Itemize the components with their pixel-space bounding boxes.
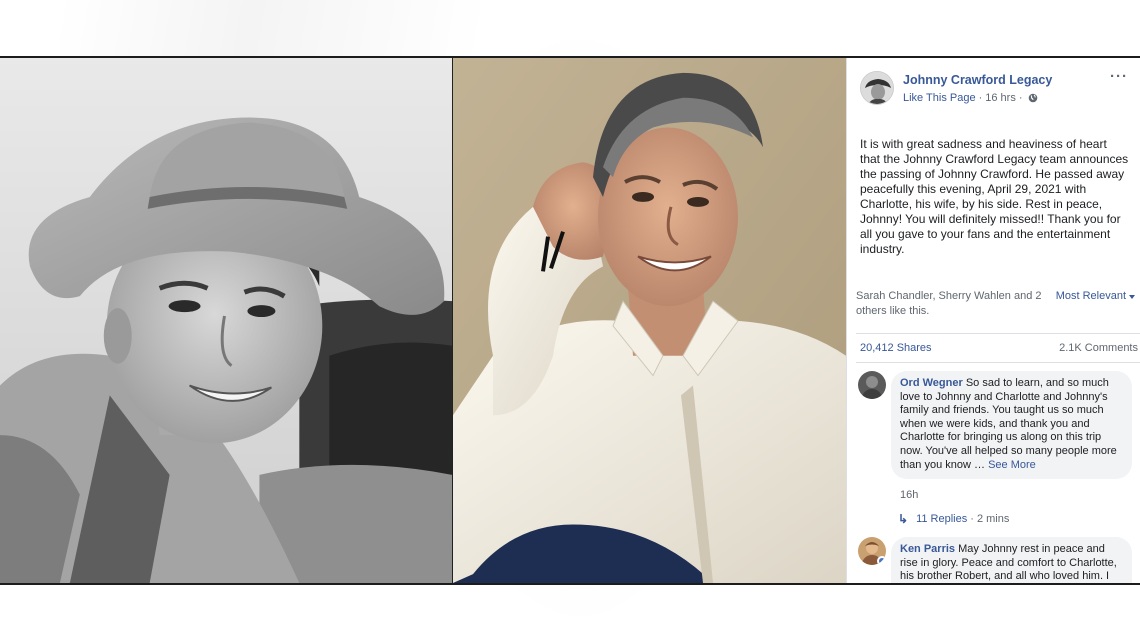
facebook-post-panel: Johnny Crawford Legacy Like This Page · … xyxy=(846,58,1140,583)
post-header: Johnny Crawford Legacy Like This Page · … xyxy=(847,58,1140,106)
more-options-icon[interactable]: ··· xyxy=(1110,69,1128,84)
active-badge-icon xyxy=(877,556,886,566)
comment-sort-dropdown[interactable]: Most Relevant xyxy=(1056,289,1135,319)
reply-arrow-icon: ↳ xyxy=(898,512,909,527)
likes-row: Sarah Chandler, Sherry Wahlen and 2 othe… xyxy=(847,289,1140,319)
replies-row: ↳ 11 Replies · 2 mins xyxy=(898,512,1132,526)
page-avatar-image xyxy=(861,72,893,104)
post-body-text: It is with great sadness and heaviness o… xyxy=(860,137,1129,256)
view-replies-link[interactable]: 11 Replies xyxy=(916,512,967,526)
comment-author-link[interactable]: Ken Parris xyxy=(900,543,955,555)
comment-bubble: Ken Parris May Johnny rest in peace and … xyxy=(891,537,1132,583)
post-header-text: Johnny Crawford Legacy Like This Page · … xyxy=(903,71,1110,106)
page-avatar[interactable] xyxy=(860,71,894,105)
divider xyxy=(856,333,1140,334)
screenshot-frame: Johnny Crawford Legacy Like This Page · … xyxy=(0,56,1140,585)
caret-down-icon xyxy=(1129,295,1135,299)
meta-separator: · xyxy=(978,92,983,104)
comment-author-link[interactable]: Ord Wegner xyxy=(900,377,963,389)
see-more-link[interactable]: See More xyxy=(988,459,1036,471)
page-name-link[interactable]: Johnny Crawford Legacy xyxy=(903,72,1110,88)
replies-time: · 2 mins xyxy=(970,513,1010,526)
older-portrait-photo xyxy=(453,58,846,583)
comment-item: Ken Parris May Johnny rest in peace and … xyxy=(847,537,1140,583)
commenter-avatar-image xyxy=(858,371,886,399)
young-portrait-image xyxy=(0,58,452,583)
comment-item: Ord Wegner So sad to learn, and so much … xyxy=(847,371,1140,526)
meta-separator-2: · xyxy=(1018,92,1023,104)
like-page-link[interactable]: Like This Page xyxy=(903,90,976,106)
shares-count-link[interactable]: 20,412 Shares xyxy=(860,341,932,356)
comments-count-link[interactable]: 2.1K Comments xyxy=(1059,341,1138,356)
commenter-avatar[interactable] xyxy=(858,371,886,399)
comment-content: Ord Wegner So sad to learn, and so much … xyxy=(891,371,1132,526)
commenter-avatar[interactable] xyxy=(858,537,886,566)
comment-bubble: Ord Wegner So sad to learn, and so much … xyxy=(891,371,1132,480)
comment-sort-label: Most Relevant xyxy=(1055,290,1126,302)
comment-time[interactable]: 16h xyxy=(900,489,1132,502)
post-meta: Like This Page · 16 hrs · xyxy=(903,90,1110,106)
older-portrait-image xyxy=(453,58,846,583)
comment-text: So sad to learn, and so much love to Joh… xyxy=(900,377,1117,471)
likes-summary[interactable]: Sarah Chandler, Sherry Wahlen and 2 othe… xyxy=(856,289,1051,319)
young-portrait-photo xyxy=(0,58,453,583)
globe-icon xyxy=(1028,93,1037,103)
comment-content: Ken Parris May Johnny rest in peace and … xyxy=(891,537,1132,583)
divider xyxy=(856,362,1140,363)
background-stripe xyxy=(60,0,480,56)
shares-comments-row: 20,412 Shares 2.1K Comments xyxy=(847,341,1140,356)
post-time[interactable]: 16 hrs xyxy=(985,90,1016,106)
